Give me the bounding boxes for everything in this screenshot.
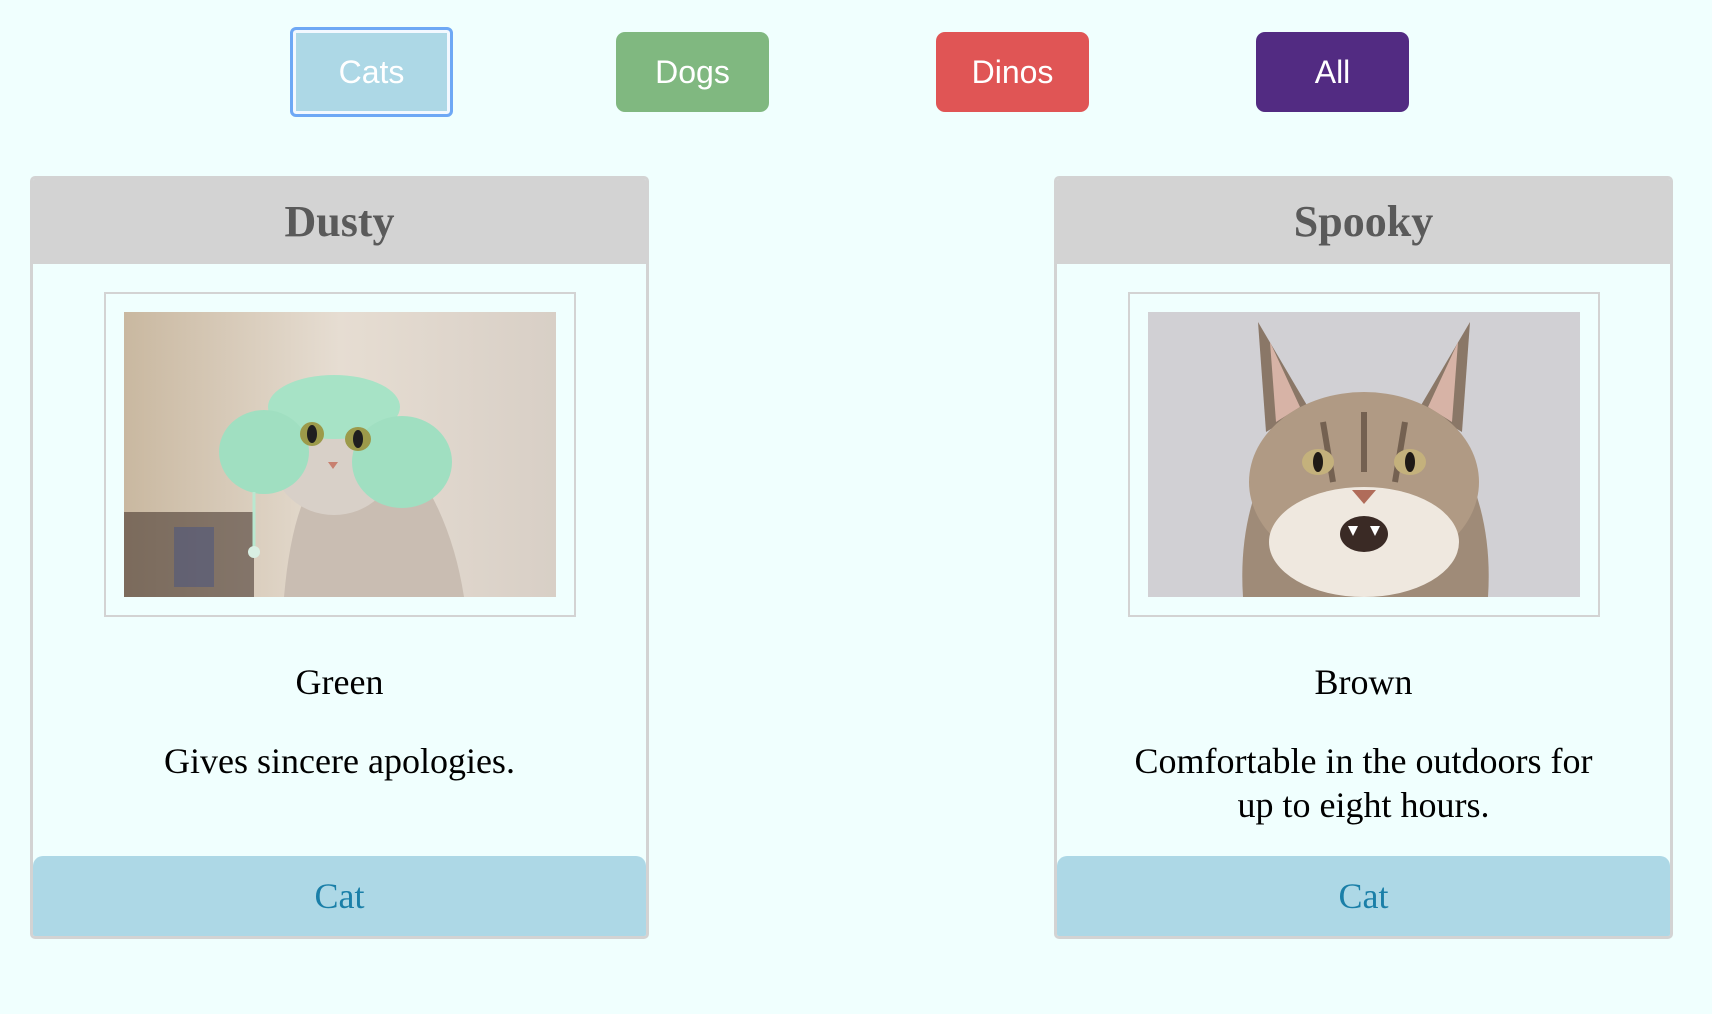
card-title: Dusty [33,179,646,264]
pet-description: Gives sincere apologies. [164,741,515,781]
cat-with-green-hat-image [124,312,556,597]
card-title: Spooky [1057,179,1670,264]
photo-frame [1128,292,1600,617]
pet-type-footer: Cat [1057,856,1670,936]
pet-description: Comfortable in the outdoors for up to ei… [1134,741,1593,825]
pet-photo [1148,312,1580,597]
pet-card-spooky: Spooky Brown Comfortable in the outdoors… [1054,176,1673,939]
maine-coon-cat-image [1148,312,1580,597]
pet-card-dusty: Dusty Green Gives sincere apologies. Cat [30,176,649,939]
pet-color: Green [295,662,384,702]
pet-photo [124,312,556,597]
all-filter-button[interactable]: All [1256,32,1409,112]
pet-type-footer: Cat [33,856,646,936]
photo-frame [104,292,576,617]
dogs-filter-button[interactable]: Dogs [616,32,769,112]
pet-color: Brown [1314,662,1413,702]
dinos-filter-button[interactable]: Dinos [936,32,1089,112]
cats-filter-button[interactable]: Cats [290,27,453,117]
